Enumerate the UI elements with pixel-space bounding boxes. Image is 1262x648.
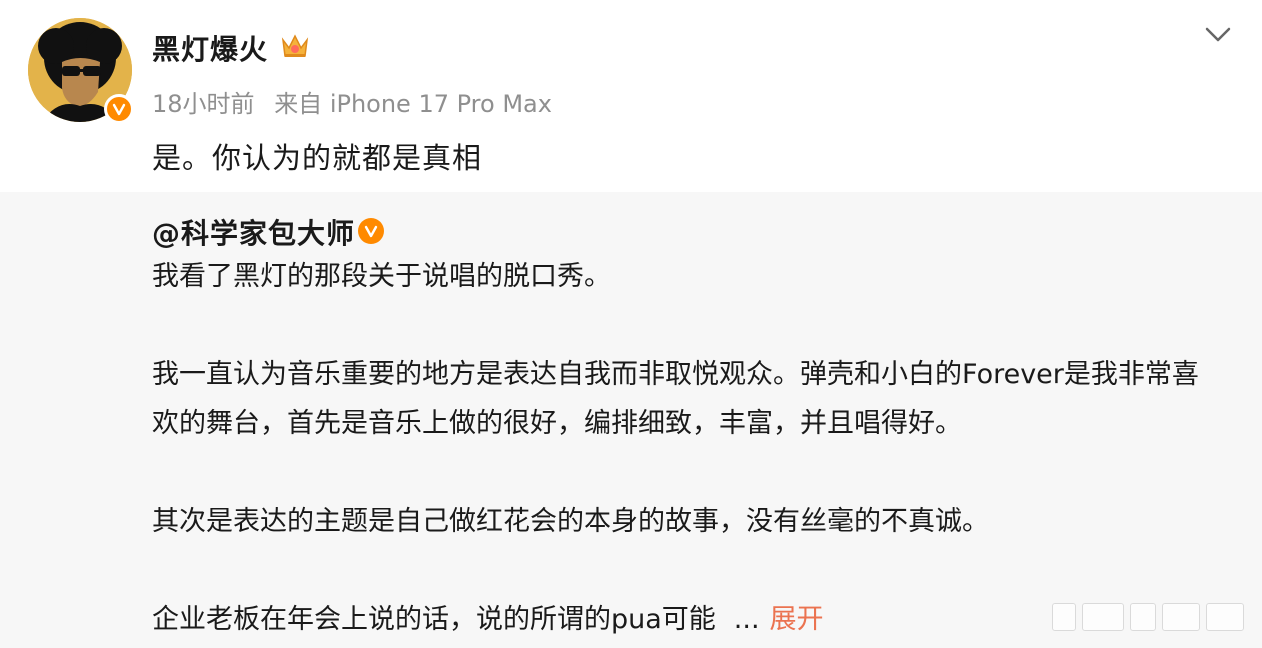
- chevron-down-icon[interactable]: [1204, 26, 1232, 44]
- avatar[interactable]: [28, 18, 134, 124]
- post-time: 18小时前: [152, 90, 255, 118]
- repost-paragraph: 我一直认为音乐重要的地方是表达自我而非取悦观众。弹壳和小白的Forever是我非…: [152, 359, 1199, 439]
- post-source: 来自 iPhone 17 Pro Max: [274, 90, 552, 118]
- author-name[interactable]: 黑灯爆火: [152, 28, 268, 68]
- repost-body: 我看了黑灯的那段关于说唱的脱口秀。 我一直认为音乐重要的地方是表达自我而非取悦观…: [152, 252, 1222, 644]
- verified-icon: [104, 94, 134, 124]
- repost-paragraph: 企业老板在年会上说的话，说的所谓的pua可能: [152, 604, 716, 635]
- ellipsis: ...: [733, 604, 760, 635]
- repost-paragraph: 我看了黑灯的那段关于说唱的脱口秀。: [152, 261, 611, 292]
- repost-paragraph: 其次是表达的主题是自己做红花会的本身的故事，没有丝毫的不真诚。: [152, 506, 989, 537]
- repost-card[interactable]: @科学家包大师 我看了黑灯的那段关于说唱的脱口秀。 我一直认为音乐重要的地方是表…: [0, 192, 1262, 648]
- post-meta: 18小时前 来自 iPhone 17 Pro Max: [152, 84, 564, 119]
- post-text: 是。你认为的就都是真相: [152, 141, 483, 175]
- verified-icon: [358, 218, 384, 244]
- expand-button[interactable]: 展开: [770, 604, 824, 635]
- post-header: 黑灯爆火 18小时前 来自 iPhone 17 Pro Max 是。你认为的就都…: [0, 0, 1262, 192]
- watermark-icon: [1052, 597, 1252, 637]
- crown-icon[interactable]: [280, 32, 310, 60]
- repost-author-link[interactable]: @科学家包大师: [152, 212, 355, 252]
